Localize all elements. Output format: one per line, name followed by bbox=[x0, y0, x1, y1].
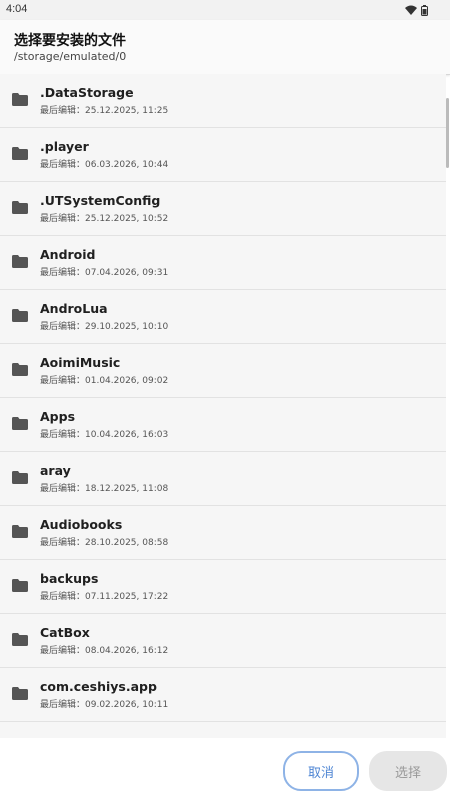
wifi-icon bbox=[405, 5, 417, 15]
list-item[interactable]: AoimiMusic 最后编辑：01.04.2026, 09:02 bbox=[0, 344, 446, 398]
item-modified: 最后编辑：08.04.2026, 16:12 bbox=[40, 646, 169, 656]
list-item[interactable]: aray 最后编辑：18.12.2025, 11:08 bbox=[0, 452, 446, 506]
list-item[interactable]: CatBox 最后编辑：08.04.2026, 16:12 bbox=[0, 614, 446, 668]
status-icons bbox=[405, 4, 428, 16]
scrollbar[interactable] bbox=[446, 98, 449, 168]
list-item[interactable]: com.ceshiys.app 最后编辑：09.02.2026, 10:11 bbox=[0, 668, 446, 722]
list-item[interactable]: AndroLua 最后编辑：29.10.2025, 10:10 bbox=[0, 290, 446, 344]
file-list[interactable]: .DataStorage 最后编辑：25.12.2025, 11:25 .playe… bbox=[0, 74, 446, 738]
list-item[interactable]: backups 最后编辑：07.11.2025, 17:22 bbox=[0, 560, 446, 614]
item-modified: 最后编辑：07.11.2025, 17:22 bbox=[40, 592, 169, 602]
list-item[interactable]: Android 最后编辑：07.04.2026, 09:31 bbox=[0, 236, 446, 290]
folder-icon bbox=[12, 255, 28, 268]
folder-icon bbox=[12, 93, 28, 106]
current-path: /storage/emulated/0 bbox=[14, 50, 127, 63]
battery-icon bbox=[421, 4, 428, 16]
list-item[interactable]: .player 最后编辑：06.03.2026, 10:44 bbox=[0, 128, 446, 182]
dialog-title: 选择要安装的文件 bbox=[14, 33, 126, 49]
item-name: CatBox bbox=[40, 625, 90, 640]
folder-icon bbox=[12, 687, 28, 700]
status-bar: 4:04 bbox=[0, 0, 450, 20]
folder-icon bbox=[12, 147, 28, 160]
item-name: .DataStorage bbox=[40, 85, 134, 100]
item-modified: 最后编辑：29.10.2025, 10:10 bbox=[40, 322, 169, 332]
dialog-header: 选择要安装的文件 /storage/emulated/0 bbox=[0, 20, 450, 75]
item-name: AoimiMusic bbox=[40, 355, 121, 370]
folder-icon bbox=[12, 633, 28, 646]
item-modified: 最后编辑：09.02.2026, 10:11 bbox=[40, 700, 169, 710]
item-name: com.ceshiys.app bbox=[40, 679, 157, 694]
dialog-footer: 取消 选择 bbox=[0, 738, 450, 800]
item-name: aray bbox=[40, 463, 71, 478]
status-time: 4:04 bbox=[6, 3, 28, 15]
folder-icon bbox=[12, 525, 28, 538]
item-modified: 最后编辑：10.04.2026, 16:03 bbox=[40, 430, 169, 440]
folder-icon bbox=[12, 363, 28, 376]
item-modified: 最后编辑：25.12.2025, 11:25 bbox=[40, 106, 169, 116]
item-modified: 最后编辑：01.04.2026, 09:02 bbox=[40, 376, 169, 386]
list-item[interactable]: .UTSystemConfig 最后编辑：25.12.2025, 10:52 bbox=[0, 182, 446, 236]
item-name: .player bbox=[40, 139, 89, 154]
item-name: .UTSystemConfig bbox=[40, 193, 161, 208]
item-modified: 最后编辑：18.12.2025, 11:08 bbox=[40, 484, 169, 494]
item-modified: 最后编辑：07.04.2026, 09:31 bbox=[40, 268, 169, 278]
list-item[interactable]: Audiobooks 最后编辑：28.10.2025, 08:58 bbox=[0, 506, 446, 560]
list-item[interactable]: Apps 最后编辑：10.04.2026, 16:03 bbox=[0, 398, 446, 452]
item-modified: 最后编辑：28.10.2025, 08:58 bbox=[40, 538, 169, 548]
item-name: AndroLua bbox=[40, 301, 108, 316]
item-modified: 最后编辑：25.12.2025, 10:52 bbox=[40, 214, 169, 224]
folder-icon bbox=[12, 201, 28, 214]
item-name: backups bbox=[40, 571, 99, 586]
folder-icon bbox=[12, 309, 28, 322]
list-item[interactable] bbox=[0, 722, 446, 738]
item-modified: 最后编辑：06.03.2026, 10:44 bbox=[40, 160, 169, 170]
folder-icon bbox=[12, 471, 28, 484]
list-item[interactable]: .DataStorage 最后编辑：25.12.2025, 11:25 bbox=[0, 74, 446, 128]
folder-icon bbox=[12, 417, 28, 430]
folder-icon bbox=[12, 579, 28, 592]
select-button[interactable]: 选择 bbox=[369, 751, 447, 791]
item-name: Android bbox=[40, 247, 96, 262]
item-name: Audiobooks bbox=[40, 517, 123, 532]
cancel-button[interactable]: 取消 bbox=[283, 751, 359, 791]
item-name: Apps bbox=[40, 409, 76, 424]
